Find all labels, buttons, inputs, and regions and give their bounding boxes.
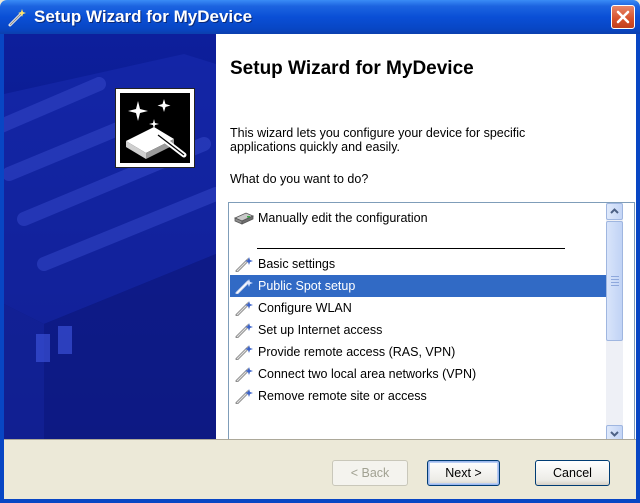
device-icon (234, 212, 254, 225)
list-item-label: Public Spot setup (258, 279, 356, 293)
action-listbox[interactable]: Manually edit the configuration Basic se… (228, 202, 635, 443)
list-item-remote-access[interactable]: Provide remote access (RAS, VPN) (230, 341, 608, 363)
wand-icon (235, 345, 253, 360)
list-separator (257, 248, 565, 249)
cancel-button[interactable]: Cancel (535, 460, 610, 486)
title-bar[interactable]: Setup Wizard for MyDevice (0, 0, 640, 34)
list-item-label: Provide remote access (RAS, VPN) (258, 345, 456, 359)
list-item-public-spot[interactable]: Public Spot setup (230, 275, 608, 297)
wizard-window: Setup Wizard for MyDevice Setup Wizard f… (0, 0, 640, 503)
button-bar: < Back Next > Cancel (4, 439, 636, 499)
close-button[interactable] (611, 5, 635, 29)
list-scrollbar[interactable] (606, 203, 623, 442)
wand-icon (235, 367, 253, 382)
list-item-manual-config[interactable]: Manually edit the configuration (230, 207, 608, 229)
list-item-label: Configure WLAN (258, 301, 352, 315)
list-item-basic-settings[interactable]: Basic settings (230, 253, 608, 275)
window-frame-bottom (0, 499, 640, 503)
list-item-configure-wlan[interactable]: Configure WLAN (230, 297, 608, 319)
list-item-internet-access[interactable]: Set up Internet access (230, 319, 608, 341)
wizard-logo (115, 88, 195, 168)
wizard-side-art (4, 34, 216, 439)
question-label: What do you want to do? (230, 172, 369, 186)
wand-icon (235, 389, 253, 404)
scroll-up-button[interactable] (606, 203, 623, 220)
page-title: Setup Wizard for MyDevice (230, 58, 474, 79)
list-item-connect-lans[interactable]: Connect two local area networks (VPN) (230, 363, 608, 385)
back-button[interactable]: < Back (332, 460, 408, 486)
wand-icon (8, 9, 26, 27)
list-item-label: Set up Internet access (258, 323, 383, 337)
window-title: Setup Wizard for MyDevice (34, 7, 253, 26)
list-item-label: Manually edit the configuration (258, 211, 428, 225)
list-item-label: Remove remote site or access (258, 389, 427, 403)
wand-icon (235, 323, 253, 338)
wizard-description: This wizard lets you configure your devi… (230, 126, 526, 154)
close-icon (616, 10, 630, 24)
wand-icon (235, 301, 253, 316)
wand-icon (235, 257, 253, 272)
scroll-thumb[interactable] (606, 221, 623, 341)
list-item-label: Basic settings (258, 257, 336, 271)
next-button[interactable]: Next > (427, 460, 500, 486)
wand-icon (235, 279, 253, 294)
wizard-content: Setup Wizard for MyDevice This wizard le… (216, 34, 636, 443)
list-item-remove-remote[interactable]: Remove remote site or access (230, 385, 608, 407)
list-item-label: Connect two local area networks (VPN) (258, 367, 477, 381)
window-frame-right (636, 34, 640, 503)
chevron-up-icon (610, 208, 619, 214)
